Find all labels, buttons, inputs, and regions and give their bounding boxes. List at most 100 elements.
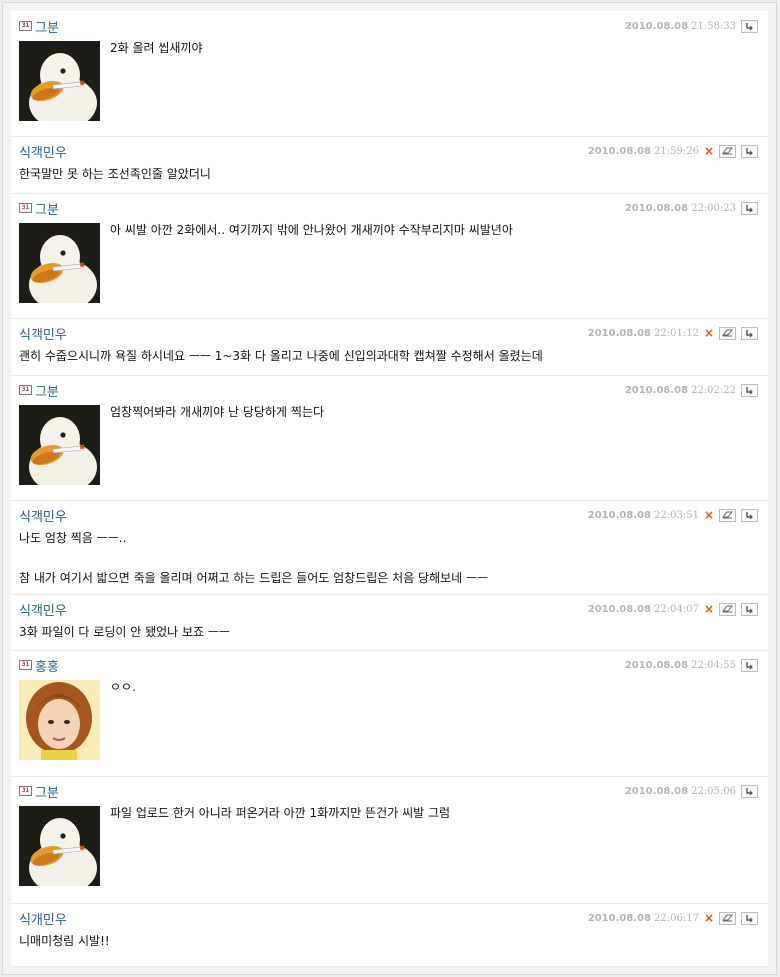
duck-avatar — [19, 223, 100, 303]
delete-x-icon[interactable]: × — [704, 327, 714, 339]
author-name-link[interactable]: 홍홍 — [35, 656, 59, 675]
comment-item: 식객민우 2010.08.08 22:03:51 × 나도 엄창 찍음 ㅡㅡ.. 참… — [11, 500, 768, 595]
reply-arrow-icon[interactable] — [741, 144, 758, 158]
reply-arrow-icon[interactable] — [741, 326, 758, 340]
comment-date: 2010.08.08 — [587, 912, 652, 924]
comment-meta: 2010.08.08 21:59:26 × — [588, 143, 758, 159]
eraser-icon[interactable] — [719, 326, 736, 340]
comment-author: 31 그분 — [19, 782, 59, 801]
comment-line: 2화 올려 씹새끼야 — [110, 41, 203, 55]
comment-line: 괜히 수줍으시니까 욕질 하시네요 ㅡㅡ 1~3화 다 올리고 나중에 신입의과… — [19, 349, 543, 363]
comment-text: 2화 올려 씹새끼야 — [110, 40, 748, 56]
comment-author: 31 그분 — [19, 199, 59, 218]
comment-meta: 2010.08.08 22:00:23 — [625, 200, 758, 216]
comment-time: 22:03:51 — [654, 509, 699, 521]
comment-meta: 2010.08.08 22:05:06 — [625, 783, 758, 799]
author-name-link[interactable]: 식객민우 — [19, 506, 67, 525]
author-name-link[interactable]: 식객민우 — [19, 142, 67, 161]
comment-item: 식객민우 2010.08.08 22:01:12 × 괜히 수줍으시니까 욕질 하… — [11, 318, 768, 376]
comment-meta: 2010.08.08 22:01:12 × — [588, 325, 758, 341]
comment-author: 식객민우 — [19, 142, 67, 161]
comment-text: 파일 업로드 한거 아니라 퍼온거라 아깐 1화까지만 뜬건가 씨발 그럼 — [110, 805, 748, 821]
comment-time: 22:01:12 — [654, 327, 699, 339]
comment-line: 나도 엄창 찍음 ㅡㅡ.. — [19, 531, 127, 545]
author-name-link[interactable]: 그분 — [35, 199, 59, 218]
reply-arrow-icon[interactable] — [741, 508, 758, 522]
author-name-link[interactable]: 그분 — [35, 782, 59, 801]
comment-date: 2010.08.08 — [587, 145, 652, 157]
comment-time: 22:04:07 — [654, 603, 699, 615]
comment-text: 니매미청림 시발!! — [19, 933, 748, 949]
comment-line: 엄창찍어봐라 개새끼야 난 당당하게 찍는다 — [110, 405, 324, 419]
author-name-link[interactable]: 식개민우 — [19, 909, 67, 928]
comment-item: 31 홍홍 2010.08.08 22:04:55 ㅇㅇ. — [11, 650, 768, 777]
comment-author: 31 홍홍 — [19, 656, 59, 675]
comment-author: 31 그분 — [19, 17, 59, 36]
comment-line: 파일 업로드 한거 아니라 퍼온거라 아깐 1화까지만 뜬건가 씨발 그럼 — [110, 806, 451, 820]
member-level-icon: 31 — [19, 21, 32, 31]
comment-list: 31 그분 2010.08.08 21:58:33 2화 올려 씹새끼야 식객민우 … — [11, 11, 768, 967]
eraser-icon[interactable] — [719, 602, 736, 616]
comment-meta: 2010.08.08 22:04:07 × — [588, 601, 758, 617]
comment-meta: 2010.08.08 22:06:17 × — [588, 910, 758, 926]
eraser-icon[interactable] — [719, 508, 736, 522]
comment-author: 31 그분 — [19, 381, 59, 400]
comment-author: 식객민우 — [19, 600, 67, 619]
delete-x-icon[interactable]: × — [704, 509, 714, 521]
comment-time: 21:59:26 — [654, 145, 699, 157]
comment-line: 한국말만 못 하는 조선족인줄 알았더니 — [19, 167, 211, 181]
reply-arrow-icon[interactable] — [741, 383, 758, 397]
comment-item: 31 그분 2010.08.08 22:02:22 엄창찍어봐라 개새끼야 난 당… — [11, 375, 768, 501]
member-level-icon: 31 — [19, 385, 32, 395]
author-name-link[interactable]: 식객민우 — [19, 324, 67, 343]
eraser-icon[interactable] — [719, 144, 736, 158]
comment-author: 식객민우 — [19, 506, 67, 525]
reply-arrow-icon[interactable] — [741, 658, 758, 672]
comment-time: 22:06:17 — [654, 912, 699, 924]
comment-date: 2010.08.08 — [624, 659, 689, 671]
comment-text: ㅇㅇ. — [110, 679, 748, 695]
comment-item: 식객민우 2010.08.08 22:04:07 × 3화 파일이 다 로딩이 안… — [11, 594, 768, 651]
member-level-icon: 31 — [19, 203, 32, 213]
comment-date: 2010.08.08 — [587, 327, 652, 339]
reply-arrow-icon[interactable] — [741, 911, 758, 925]
comment-line: 아 씨발 아깐 2화에서.. 여기까지 밖에 안나왔어 개새끼야 수작부리지마 … — [110, 223, 513, 237]
comment-date: 2010.08.08 — [624, 202, 689, 214]
reply-arrow-icon[interactable] — [741, 602, 758, 616]
comment-board: 31 그분 2010.08.08 21:58:33 2화 올려 씹새끼야 식객민우 … — [2, 2, 777, 975]
comment-date: 2010.08.08 — [587, 603, 652, 615]
comment-date: 2010.08.08 — [624, 785, 689, 797]
comment-line: 니매미청림 시발!! — [19, 934, 110, 948]
comment-meta: 2010.08.08 22:04:55 — [625, 657, 758, 673]
comment-time: 22:04:55 — [691, 659, 736, 671]
delete-x-icon[interactable]: × — [704, 912, 714, 924]
reply-arrow-icon[interactable] — [741, 201, 758, 215]
comment-time: 21:58:33 — [691, 20, 736, 32]
comment-line: 3화 파일이 다 로딩이 안 됐었나 보죠 ㅡㅡ — [19, 625, 230, 639]
delete-x-icon[interactable]: × — [704, 145, 714, 157]
comment-item: 식개민우 2010.08.08 22:06:17 × 니매미청림 시발!! — [11, 903, 768, 967]
member-level-icon: 31 — [19, 660, 32, 670]
comment-line: ㅇㅇ. — [110, 680, 136, 694]
delete-x-icon[interactable]: × — [704, 603, 714, 615]
comment-line: 참 내가 여기서 밟으면 죽을 올리며 어쩌고 하는 드립은 들어도 엄창드립은… — [19, 571, 489, 585]
comment-time: 22:00:23 — [691, 202, 736, 214]
reply-arrow-icon[interactable] — [741, 19, 758, 33]
comment-item: 31 그분 2010.08.08 22:05:06 파일 업로드 한거 아니라 퍼… — [11, 776, 768, 904]
comment-text: 엄창찍어봐라 개새끼야 난 당당하게 찍는다 — [110, 404, 748, 420]
author-name-link[interactable]: 식객민우 — [19, 600, 67, 619]
eraser-icon[interactable] — [719, 911, 736, 925]
comment-author: 식개민우 — [19, 909, 67, 928]
comment-item: 식객민우 2010.08.08 21:59:26 × 한국말만 못 하는 조선족인… — [11, 136, 768, 194]
reply-arrow-icon[interactable] — [741, 784, 758, 798]
comment-text: 3화 파일이 다 로딩이 안 됐었나 보죠 ㅡㅡ — [19, 624, 748, 640]
author-name-link[interactable]: 그분 — [35, 381, 59, 400]
duck-avatar — [19, 405, 100, 485]
comment-time: 22:05:06 — [691, 785, 736, 797]
comment-date: 2010.08.08 — [624, 384, 689, 396]
comment-meta: 2010.08.08 22:03:51 × — [588, 507, 758, 523]
girl-avatar — [19, 680, 100, 760]
author-name-link[interactable]: 그분 — [35, 17, 59, 36]
comment-author: 식객민우 — [19, 324, 67, 343]
